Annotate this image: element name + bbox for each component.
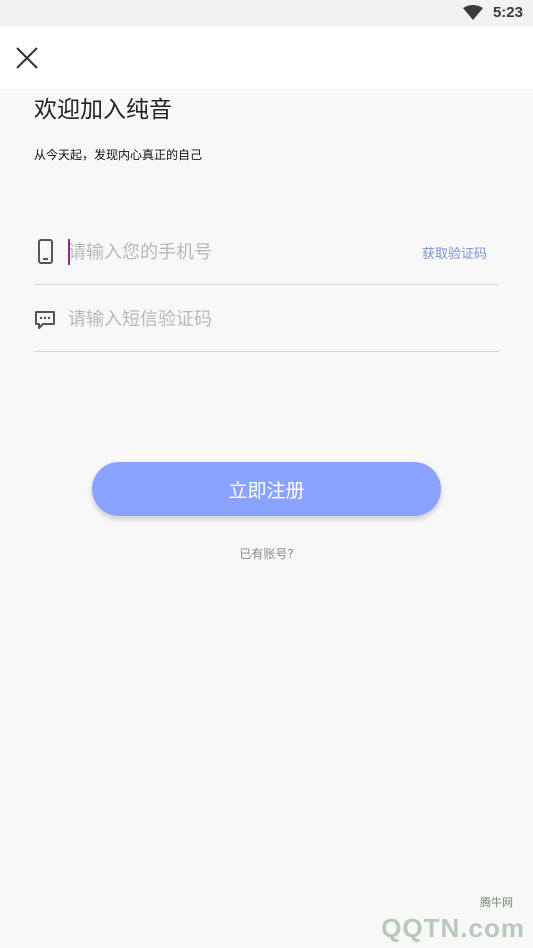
wifi-icon [463, 5, 483, 20]
page-title: 欢迎加入纯音 [34, 97, 172, 123]
top-bar [0, 27, 533, 89]
page-subtitle: 从今天起，发现内心真正的自己 [34, 148, 203, 162]
phone-icon [38, 239, 53, 264]
sms-code-input[interactable] [68, 304, 408, 334]
status-bar: 5:23 [0, 0, 533, 27]
code-field [34, 286, 499, 352]
login-link[interactable]: 已有账号? [0, 545, 533, 562]
watermark-site-label: 腾牛网 [480, 896, 513, 909]
status-time: 5:23 [492, 4, 523, 21]
phone-field: 获取验证码 [34, 219, 499, 285]
message-icon [35, 311, 55, 329]
text-cursor [68, 239, 70, 265]
phone-input[interactable] [68, 237, 408, 267]
register-button[interactable]: 立即注册 [92, 462, 441, 516]
watermark-brand: QQTN.com [381, 913, 525, 943]
watermark-logo: 腾牛网 QQTN.com [315, 894, 525, 944]
close-icon[interactable] [12, 43, 42, 73]
get-code-button[interactable]: 获取验证码 [422, 243, 487, 262]
